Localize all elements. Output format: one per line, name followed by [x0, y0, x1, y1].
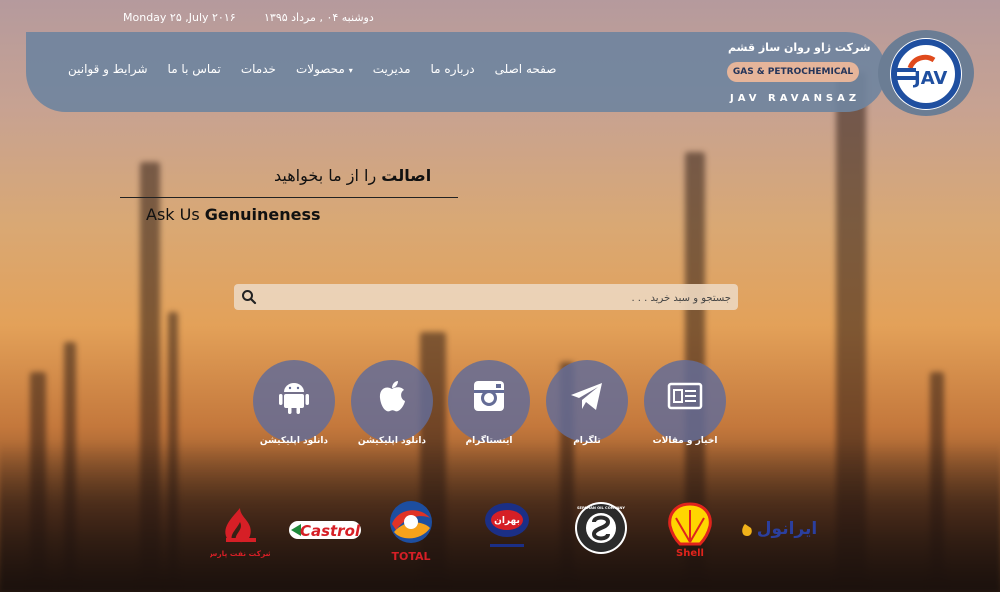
brand-sepahan-label: SEPAHAN OIL COMPANY — [577, 506, 625, 510]
search-icon[interactable] — [241, 289, 257, 305]
total-logo-icon: TOTAL — [390, 501, 432, 563]
nav-products[interactable]: محصولات ▾ — [296, 62, 353, 76]
search-bar — [234, 284, 738, 310]
brand-shell-label: Shell — [676, 548, 704, 559]
nav-terms[interactable]: شرایط و قوانین — [68, 62, 148, 76]
ios-app-button[interactable] — [351, 360, 433, 442]
brand-pars-label: شرکت نفت پارس — [210, 549, 270, 558]
brand-iranol[interactable]: ایرانول — [737, 510, 823, 544]
instagram-icon — [474, 381, 504, 411]
nav-home[interactable]: صفحه اصلی — [495, 62, 557, 76]
tagline-persian: اصالت را از ما بخواهید — [274, 166, 431, 185]
tagline-english-bold: Genuineness — [204, 205, 321, 224]
telegram-label: تلگرام — [573, 436, 601, 446]
search-input[interactable] — [264, 287, 733, 309]
brand-pars-oil[interactable]: شرکت نفت پارس — [207, 500, 273, 562]
tagline-english: Ask Us Genuineness — [146, 205, 321, 224]
nav-contact[interactable]: تماس با ما — [168, 62, 221, 76]
date-gregorian: Monday ۲۵ ,July ۲۰۱۶ — [123, 11, 236, 24]
instagram-button[interactable] — [448, 360, 530, 442]
behran-logo-icon: بهران — [485, 503, 529, 547]
tagline-persian-bold: اصالت — [381, 166, 432, 185]
caret-down-icon: ▾ — [348, 66, 353, 75]
main-nav: صفحه اصلی درباره ما مدیریت محصولات ▾ خدم… — [58, 62, 566, 76]
brand-latin: JAV RAVANSAZ — [730, 93, 861, 104]
brand-total[interactable]: TOTAL — [382, 498, 440, 564]
ios-app-label: دانلود اپلیکیشن — [357, 436, 427, 446]
brand-shell[interactable]: Shell — [664, 500, 716, 560]
brand-iranol-label: ایرانول — [757, 519, 817, 539]
nav-management[interactable]: مدیریت — [373, 62, 411, 76]
android-app-label: دانلود اپلیکیشن — [259, 436, 329, 446]
gas-petrochemical-badge: GAS & PETROCHEMICAL — [727, 62, 859, 82]
sepahan-logo-icon: SEPAHAN OIL COMPANY — [575, 502, 627, 554]
date-persian: دوشنبه ۰۴ , مرداد ۱۳۹۵ — [264, 11, 374, 24]
telegram-button[interactable] — [546, 360, 628, 442]
company-name: شرکت ژاو روان ساز قشم — [728, 41, 871, 54]
brand-total-label: TOTAL — [391, 550, 430, 563]
logo-text: JAV — [912, 68, 947, 89]
tagline-english-prefix: Ask Us — [146, 205, 205, 224]
tagline-persian-rest: را از ما بخواهید — [274, 166, 382, 185]
pars-oil-logo-icon: شرکت نفت پارس — [207, 508, 273, 558]
brand-sepahan[interactable]: SEPAHAN OIL COMPANY — [573, 500, 629, 556]
brand-behran[interactable]: بهران — [478, 500, 536, 562]
apple-icon — [379, 381, 405, 412]
telegram-icon — [571, 383, 602, 410]
nav-products-label: محصولات — [295, 62, 345, 76]
brand-behran-label: بهران — [494, 516, 520, 526]
nav-about[interactable]: درباره ما — [431, 62, 475, 76]
news-label: اخبار و مقالات — [652, 436, 718, 446]
iranol-logo-icon: ایرانول — [742, 519, 817, 539]
jav-logo-icon: JAV — [891, 39, 961, 109]
brand-castrol-label: Castrol — [300, 522, 361, 540]
news-button[interactable] — [644, 360, 726, 442]
instagram-label: اینستاگرام — [465, 436, 513, 446]
tagline-divider — [120, 197, 458, 198]
android-icon — [279, 383, 309, 414]
news-icon — [667, 382, 703, 410]
shell-logo-icon: Shell — [668, 502, 712, 559]
jav-logo[interactable]: JAV — [878, 30, 974, 116]
castrol-logo-icon: Castrol — [289, 521, 361, 540]
android-app-button[interactable] — [253, 360, 335, 442]
brand-castrol[interactable]: Castrol — [287, 515, 363, 545]
nav-services[interactable]: خدمات — [241, 62, 276, 76]
